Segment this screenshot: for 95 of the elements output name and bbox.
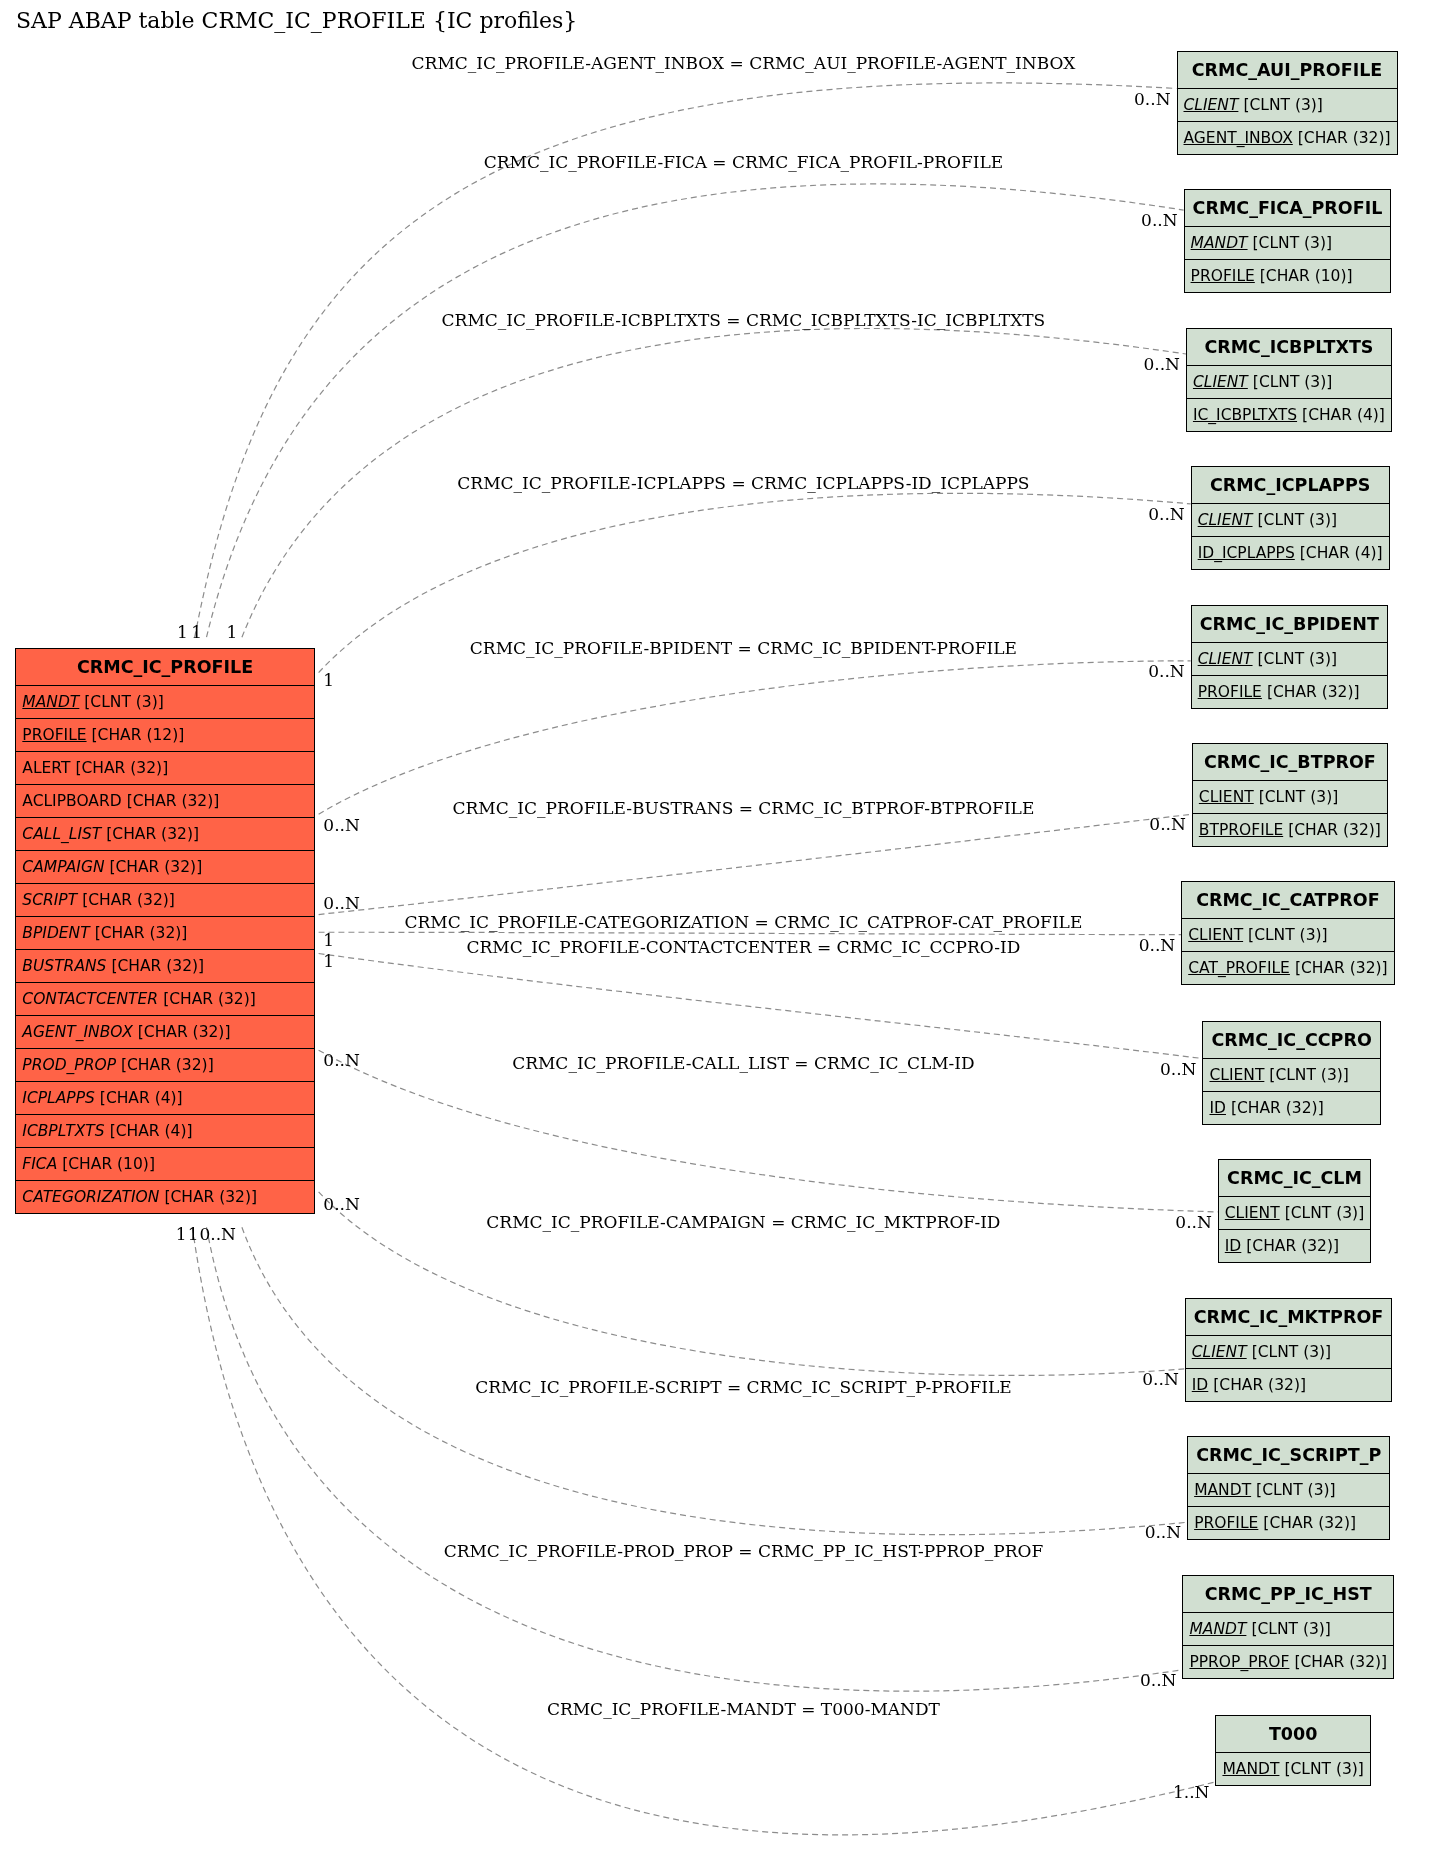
table-field: PROFILE [CHAR (32)] <box>1188 1506 1390 1540</box>
table-name: CRMC_IC_SCRIPT_P <box>1188 1437 1390 1475</box>
cardinality-label: 0..N <box>1134 88 1171 109</box>
table-name: CRMC_PP_IC_HST <box>1183 1576 1394 1614</box>
table-field: IC_ICBPLTXTS [CHAR (4)] <box>1186 398 1391 432</box>
relation-label: CRMC_IC_PROFILE-PROD_PROP = CRMC_PP_IC_HST-PPROP_PROF <box>443 1541 1044 1562</box>
cardinality-label: 0..N <box>1141 210 1178 231</box>
table-field: AGENT_INBOX [CHAR (32)] <box>1177 120 1397 154</box>
cardinality-label: 1 <box>323 670 335 691</box>
table-field: CLIENT [CLNT (3)] <box>1191 504 1389 537</box>
cardinality-label: 0..N <box>323 1194 360 1215</box>
table-field: PROD_PROP [CHAR (32)] <box>16 1047 314 1081</box>
cardinality-label: 0..N <box>1160 1058 1197 1079</box>
table-field: CLIENT [CLNT (3)] <box>1191 643 1387 676</box>
table-name: CRMC_FICA_PROFIL <box>1184 189 1391 227</box>
cardinality-label: 1 <box>226 621 238 642</box>
table-field: PROFILE [CHAR (12)] <box>16 717 314 751</box>
table-field: PROFILE [CHAR (10)] <box>1184 258 1391 292</box>
relation-label: CRMC_IC_PROFILE-FICA = CRMC_FICA_PROFIL-PROFILE <box>483 152 1004 173</box>
cardinality-label: 1 <box>191 621 202 642</box>
cardinality-label: 0..N <box>1148 660 1185 681</box>
table-field: BPIDENT [CHAR (32)] <box>16 915 314 949</box>
cardinality-label: 0..N <box>1138 934 1176 955</box>
table-field: CLIENT [CLNT (3)] <box>1185 1336 1392 1369</box>
cardinality-label: 0..N <box>1149 814 1186 835</box>
cardinality-label: 0..N <box>199 1223 236 1244</box>
relation-label: CRMC_IC_PROFILE-BUSTRANS = CRMC_IC_BTPROF-BTPROFILE <box>452 797 1035 818</box>
table-name: CRMC_IC_CATPROF <box>1182 882 1394 920</box>
table-field: ICPLAPPS [CHAR (4)] <box>16 1080 314 1114</box>
diagram-title: SAP ABAP table CRMC_IC_PROFILE {IC profiles} <box>16 8 578 33</box>
table-field: MANDT [CLNT (3)] <box>1216 1752 1370 1785</box>
cardinality-label: 0..N <box>1143 354 1180 374</box>
cardinality-label: 1 <box>323 929 335 950</box>
table-name: T000 <box>1216 1715 1370 1753</box>
table-name: CRMC_AUI_PROFILE <box>1177 51 1397 89</box>
table-field: MANDT [CLNT (3)] <box>16 685 314 718</box>
table-field: BTPROFILE [CHAR (32)] <box>1192 813 1387 847</box>
table-field: FICA [CHAR (10)] <box>16 1146 314 1180</box>
cardinality-label: 0..N <box>1144 1522 1182 1543</box>
table-field: CALL_LIST [CHAR (32)] <box>16 816 314 850</box>
table-field: CLIENT [CLNT (3)] <box>1218 1196 1371 1229</box>
relation-label: CRMC_IC_PROFILE-MANDT = T000-MANDT <box>546 1699 940 1720</box>
cardinality-label: 0..N <box>1148 503 1185 524</box>
cardinality-label: 1 <box>177 621 188 642</box>
table-field: AGENT_INBOX [CHAR (32)] <box>16 1014 314 1048</box>
cardinality-label: 1 <box>323 951 335 972</box>
table-name: CRMC_IC_CLM <box>1218 1159 1371 1197</box>
table-field: SCRIPT [CHAR (32)] <box>16 882 314 916</box>
table-name: CRMC_IC_BTPROF <box>1192 744 1387 782</box>
cardinality-label: 0..N <box>1175 1211 1212 1232</box>
table-field: BUSTRANS [CHAR (32)] <box>16 948 314 982</box>
cardinality-label: 0..N <box>1142 1368 1179 1389</box>
cardinality-label: 0..N <box>1139 1669 1177 1690</box>
table-field: MANDT [CLNT (3)] <box>1184 226 1391 259</box>
table-field: ID [CHAR (32)] <box>1203 1090 1380 1124</box>
relation-label: CRMC_IC_PROFILE-ICBPLTXTS = CRMC_ICBPLTXTS-IC_ICBPLTXTS <box>441 310 1046 331</box>
table-field: ID_ICPLAPPS [CHAR (4)] <box>1191 536 1389 570</box>
table-field: ACLIPBOARD [CHAR (32)] <box>16 783 314 817</box>
table-field: ICBPLTXTS [CHAR (4)] <box>16 1113 314 1147</box>
relation-label: CRMC_IC_PROFILE-AGENT_INBOX = CRMC_AUI_PROFILE-AGENT_INBOX <box>411 53 1076 74</box>
table-field: CLIENT [CLNT (3)] <box>1192 781 1387 814</box>
table-field: MANDT [CLNT (3)] <box>1188 1474 1390 1507</box>
table-name: CRMC_ICPLAPPS <box>1191 467 1389 505</box>
table-field: PROFILE [CHAR (32)] <box>1191 675 1387 709</box>
table-field: ALERT [CHAR (32)] <box>16 750 314 784</box>
table-field: CLIENT [CLNT (3)] <box>1186 366 1391 399</box>
table-name: CRMC_IC_MKTPROF <box>1185 1299 1392 1337</box>
relation-label: CRMC_IC_PROFILE-BPIDENT = CRMC_IC_BPIDENT-PROFILE <box>469 638 1017 659</box>
cardinality-label: 0..N <box>323 815 360 836</box>
relation-label: CRMC_IC_PROFILE-CATEGORIZATION = CRMC_IC_CATPROF-CAT_PROFILE <box>404 912 1083 933</box>
relation-label: CRMC_IC_PROFILE-CALL_LIST = CRMC_IC_CLM-ID <box>512 1052 975 1073</box>
table-field: CLIENT [CLNT (3)] <box>1203 1058 1380 1091</box>
cardinality-label: 1 <box>175 1223 187 1244</box>
table-name: CRMC_IC_PROFILE <box>16 648 314 686</box>
table-name: CRMC_IC_CCPRO <box>1203 1021 1380 1059</box>
cardinality-label: 1 <box>187 1223 199 1244</box>
table-field: CLIENT [CLNT (3)] <box>1177 88 1397 121</box>
table-field: CONTACTCENTER [CHAR (32)] <box>16 981 314 1015</box>
cardinality-label: 0..N <box>323 893 360 914</box>
table-field: CLIENT [CLNT (3)] <box>1182 919 1394 952</box>
relation-label: CRMC_IC_PROFILE-ICPLAPPS = CRMC_ICPLAPPS-ID_ICPLAPPS <box>457 473 1030 494</box>
cardinality-label: 0..N <box>323 1050 360 1071</box>
table-field: MANDT [CLNT (3)] <box>1183 1613 1394 1646</box>
relation-label: CRMC_IC_PROFILE-CAMPAIGN = CRMC_IC_MKTPROF-ID <box>486 1211 1001 1232</box>
table-name: CRMC_IC_BPIDENT <box>1191 606 1387 644</box>
table-field: CATEGORIZATION [CHAR (32)] <box>16 1179 314 1213</box>
table-field: CAMPAIGN [CHAR (32)] <box>16 849 314 883</box>
relation-label: CRMC_IC_PROFILE-CONTACTCENTER = CRMC_IC_CCPRO-ID <box>466 936 1021 957</box>
cardinality-label: 1..N <box>1172 1781 1210 1802</box>
table-name: CRMC_ICBPLTXTS <box>1186 329 1391 367</box>
relation-label: CRMC_IC_PROFILE-SCRIPT = CRMC_IC_SCRIPT_P-PROFILE <box>475 1377 1012 1398</box>
table-field: PPROP_PROF [CHAR (32)] <box>1183 1645 1394 1679</box>
table-field: CAT_PROFILE [CHAR (32)] <box>1182 951 1394 985</box>
table-field: ID [CHAR (32)] <box>1185 1368 1392 1402</box>
table-field: ID [CHAR (32)] <box>1218 1228 1371 1262</box>
